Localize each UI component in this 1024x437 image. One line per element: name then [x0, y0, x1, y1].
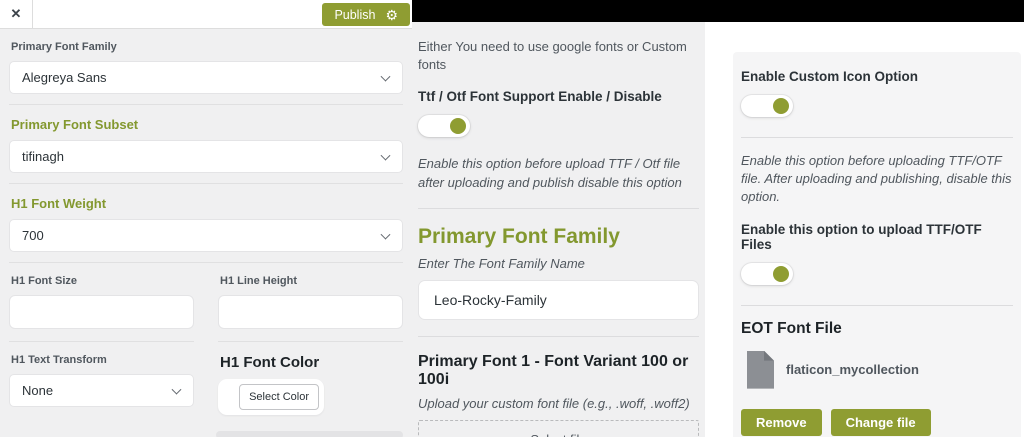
toggle-knob: [773, 265, 789, 282]
h1-line-height-label: H1 Line Height: [220, 275, 298, 287]
top-black-bar: [412, 0, 1024, 22]
h1-font-weight-select[interactable]: 700: [9, 219, 403, 252]
toggle-knob: [450, 118, 466, 135]
h1-font-weight-label: H1 Font Weight: [11, 196, 107, 211]
h1-text-transform-value: None: [22, 383, 54, 398]
toggle-knob: [773, 98, 789, 114]
field-h1-font-color: H1 Font Color Select Color: [218, 342, 403, 427]
customizer-sidebar: ✕ Publish ⚙ Primary Font Family Alegreya…: [0, 0, 412, 437]
h1-font-size-label: H1 Font Size: [11, 275, 78, 287]
field-h1-font-size: H1 Font Size: [9, 263, 194, 342]
uploaded-file-name: flaticon_mycollection: [786, 362, 919, 378]
color-picker-container: Select Color: [218, 379, 324, 415]
fonts-intro-text: Either You need to use google fonts or C…: [418, 39, 687, 73]
chevron-down-icon: [380, 229, 391, 240]
file-actions-row: Remove Change file: [741, 408, 1013, 436]
font-family-name-input[interactable]: [418, 279, 699, 320]
field-h1-line-height: H1 Line Height: [218, 263, 403, 342]
primary-font-subset-value: tifinagh: [22, 149, 64, 164]
file-fold-corner: [764, 351, 774, 361]
select-file-button[interactable]: Select file: [418, 419, 699, 437]
change-file-button[interactable]: Change file: [830, 408, 931, 436]
primary-font-family-select[interactable]: Alegreya Sans: [9, 61, 403, 94]
upload-ttf-toggle[interactable]: [741, 262, 793, 285]
ttf-support-label: Ttf / Otf Font Support Enable / Disable: [418, 89, 662, 105]
divider: [741, 304, 1013, 306]
eot-font-file-heading: EOT Font File: [741, 319, 842, 337]
primary-font-family-heading: Primary Font Family: [418, 224, 620, 248]
size-lineheight-row: H1 Font Size H1 Line Height: [9, 263, 403, 342]
customizer-header: ✕ Publish ⚙: [0, 0, 412, 29]
chevron-down-icon: [380, 71, 391, 82]
divider: [418, 207, 699, 209]
font-variant-hint: Upload your custom font file (e.g., .wof…: [418, 395, 690, 411]
font-settings-screen: ✕ Publish ⚙ Primary Font Family Alegreya…: [0, 0, 1024, 437]
primary-font-subset-select[interactable]: tifinagh: [9, 140, 403, 173]
remove-file-button[interactable]: Remove: [741, 408, 822, 436]
uploaded-file-row: flaticon_mycollection: [747, 351, 1013, 389]
gear-icon[interactable]: ⚙: [385, 8, 398, 22]
customizer-body: Primary Font Family Alegreya Sans Primar…: [0, 29, 412, 437]
transform-color-row: H1 Text Transform None H1 Font Color Sel…: [9, 342, 403, 427]
field-h1-font-weight: H1 Font Weight 700: [9, 184, 403, 263]
custom-icon-note: Enable this option before uploading TTF/…: [741, 153, 1012, 205]
h1-text-transform-label: H1 Text Transform: [11, 354, 107, 366]
field-primary-font-subset: Primary Font Subset tifinagh: [9, 105, 403, 184]
upload-ttf-label: Enable this option to upload TTF/OTF Fil…: [741, 221, 982, 252]
font-variant-heading: Primary Font 1 - Font Variant 100 or 100…: [418, 352, 689, 388]
ttf-support-toggle[interactable]: [418, 115, 470, 138]
font-family-hint: Enter The Font Family Name: [418, 255, 585, 271]
divider: [741, 137, 1013, 138]
file-document-icon: [747, 351, 774, 389]
field-h1-text-transform: H1 Text Transform None: [9, 342, 194, 427]
select-color-button[interactable]: Select Color: [239, 384, 319, 410]
h1-font-color-label: H1 Font Color: [220, 354, 320, 371]
h1-line-height-input[interactable]: [218, 295, 403, 329]
field-primary-font-family: Primary Font Family Alegreya Sans: [9, 29, 403, 105]
custom-icon-panel: Enable Custom Icon Option Enable this op…: [733, 52, 1021, 437]
ttf-support-note: Enable this option before upload TTF / O…: [418, 156, 682, 190]
h1-font-size-input[interactable]: [9, 295, 194, 329]
primary-font-family-value: Alegreya Sans: [22, 70, 107, 85]
h1-text-transform-select[interactable]: None: [9, 374, 194, 407]
primary-font-family-label: Primary Font Family: [11, 41, 117, 53]
publish-button[interactable]: Publish ⚙: [322, 3, 410, 26]
next-control-peek: [216, 431, 403, 437]
custom-icon-option-label: Enable Custom Icon Option: [741, 69, 919, 84]
chevron-down-icon: [380, 150, 391, 161]
publish-label: Publish: [334, 7, 376, 22]
close-icon[interactable]: ✕: [0, 0, 33, 28]
h1-font-weight-value: 700: [22, 228, 44, 243]
primary-font-subset-label: Primary Font Subset: [11, 117, 139, 132]
chevron-down-icon: [171, 384, 182, 395]
custom-icon-toggle[interactable]: [741, 95, 793, 117]
custom-fonts-panel: Either You need to use google fonts or C…: [412, 22, 705, 437]
divider: [418, 335, 699, 337]
